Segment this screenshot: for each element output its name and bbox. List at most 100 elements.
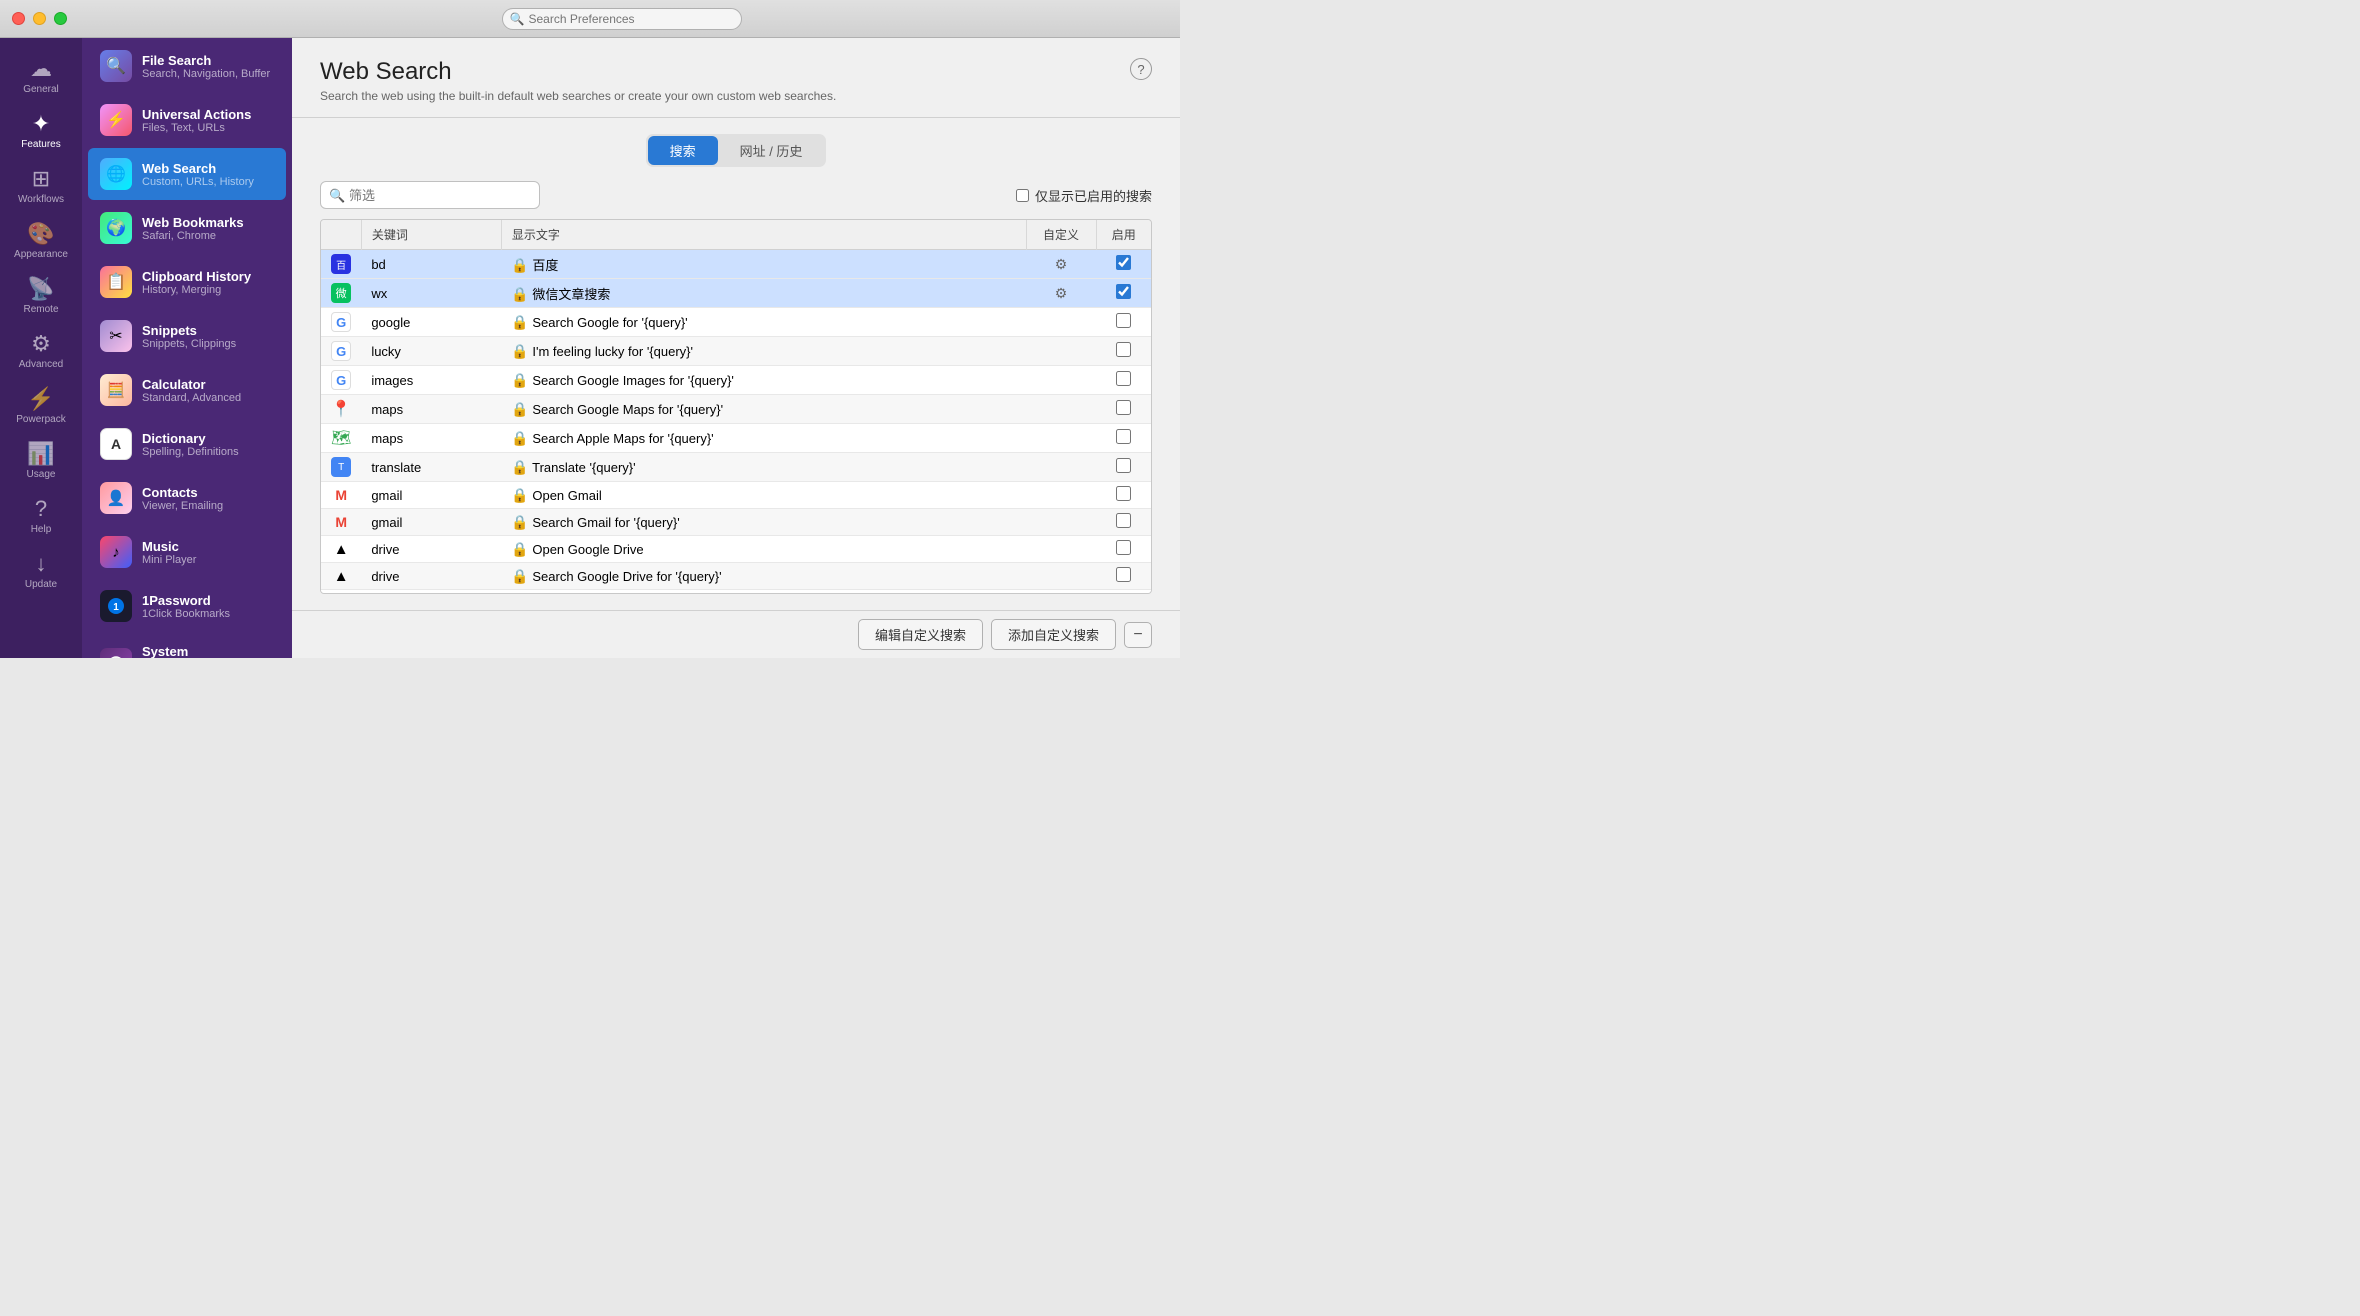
row-enable-cell[interactable] (1096, 308, 1151, 337)
table-row[interactable]: ▲ drive 🔒 Open Google Drive (321, 536, 1151, 563)
sidebar-item-help[interactable]: ? Help (0, 488, 82, 543)
feature-item-system[interactable]: System Commands, Quitting, Ejecting (88, 634, 286, 658)
sidebar-item-general[interactable]: ☁ General (0, 48, 82, 103)
enable-checkbox[interactable] (1116, 371, 1131, 386)
tab-url-history[interactable]: 网址 / 历史 (718, 136, 825, 165)
remove-search-button[interactable]: − (1124, 622, 1152, 648)
row-enable-cell[interactable] (1096, 482, 1151, 509)
feature-name-music: Music (142, 539, 196, 554)
feature-icon-contacts: 👤 (100, 482, 132, 514)
feature-item-universal-actions[interactable]: ⚡ Universal Actions Files, Text, URLs (88, 94, 286, 146)
sidebar-item-update[interactable]: ↓ Update (0, 543, 82, 598)
sidebar-item-remote[interactable]: 📡 Remote (0, 268, 82, 323)
feature-item-snippets[interactable]: ✂ Snippets Snippets, Clippings (88, 310, 286, 362)
help-button[interactable]: ? (1130, 58, 1152, 80)
search-preferences-input[interactable] (502, 8, 742, 30)
close-button[interactable] (12, 12, 25, 25)
table-row[interactable]: G images 🔒 Search Google Images for '{qu… (321, 366, 1151, 395)
table-row[interactable]: 微 wx 🔒 微信文章搜索 ⚙ (321, 279, 1151, 308)
row-enable-cell[interactable] (1096, 395, 1151, 424)
table-row[interactable]: 🗺 maps 🔒 Search Apple Maps for '{query}' (321, 424, 1151, 453)
row-icon-cell: G (321, 337, 361, 366)
row-display-cell: 🔒 Search Google for '{query}' (501, 308, 1026, 337)
sidebar-item-advanced[interactable]: ⚙ Advanced (0, 323, 82, 378)
appearance-icon: 🎨 (27, 223, 54, 245)
nav-label-general: General (23, 84, 59, 95)
feature-item-calculator[interactable]: 🧮 Calculator Standard, Advanced (88, 364, 286, 416)
th-keyword: 关键词 (361, 220, 501, 250)
enable-checkbox[interactable] (1116, 429, 1131, 444)
table-row[interactable]: 百 bd 🔒 百度 ⚙ (321, 250, 1151, 279)
enable-checkbox[interactable] (1116, 486, 1131, 501)
nav-label-help: Help (31, 524, 52, 535)
nav-label-appearance: Appearance (14, 249, 68, 260)
row-custom-cell (1026, 536, 1096, 563)
enable-checkbox[interactable] (1116, 284, 1131, 299)
sidebar-item-usage[interactable]: 📊 Usage (0, 433, 82, 488)
sidebar-item-features[interactable]: ✦ Features (0, 103, 82, 158)
nav-label-usage: Usage (27, 469, 56, 480)
enable-checkbox[interactable] (1116, 400, 1131, 415)
feature-item-contacts[interactable]: 👤 Contacts Viewer, Emailing (88, 472, 286, 524)
feature-item-music[interactable]: ♪ Music Mini Player (88, 526, 286, 578)
enable-checkbox[interactable] (1116, 458, 1131, 473)
sidebar-item-workflows[interactable]: ⊞ Workflows (0, 158, 82, 213)
filter-input[interactable] (320, 181, 540, 209)
feature-item-dictionary[interactable]: A Dictionary Spelling, Definitions (88, 418, 286, 470)
row-enable-cell[interactable] (1096, 250, 1151, 279)
gear-icon[interactable]: ⚙ (1055, 285, 1068, 301)
row-enable-cell[interactable] (1096, 424, 1151, 453)
sidebar-item-powerpack[interactable]: ⚡ Powerpack (0, 378, 82, 433)
row-enable-cell[interactable] (1096, 563, 1151, 590)
row-keyword-cell: maps (361, 424, 501, 453)
row-enable-cell[interactable] (1096, 590, 1151, 595)
row-enable-cell[interactable] (1096, 279, 1151, 308)
enable-checkbox[interactable] (1116, 255, 1131, 270)
feature-name-contacts: Contacts (142, 485, 223, 500)
table-row[interactable]: G lucky 🔒 I'm feeling lucky for '{query}… (321, 337, 1151, 366)
tab-search[interactable]: 搜索 (648, 136, 718, 165)
table-row[interactable]: T translate 🔒 Translate '{query}' (321, 453, 1151, 482)
gear-icon[interactable]: ⚙ (1055, 256, 1068, 272)
add-custom-search-button[interactable]: 添加自定义搜索 (991, 619, 1116, 650)
feature-item-1password[interactable]: 1 1Password 1Click Bookmarks (88, 580, 286, 632)
feature-sub-universal: Files, Text, URLs (142, 122, 251, 134)
enable-checkbox[interactable] (1116, 567, 1131, 582)
row-enable-cell[interactable] (1096, 453, 1151, 482)
feature-item-web-bookmarks[interactable]: 🌍 Web Bookmarks Safari, Chrome (88, 202, 286, 254)
only-enabled-checkbox[interactable] (1016, 189, 1029, 202)
row-keyword-cell: translate (361, 453, 501, 482)
titlebar-search-wrap: 🔍 (502, 8, 742, 30)
feature-icon-web-search: 🌐 (100, 158, 132, 190)
enable-checkbox[interactable] (1116, 342, 1131, 357)
table-row[interactable]: 📍 maps 🔒 Search Google Maps for '{query}… (321, 395, 1151, 424)
enable-checkbox[interactable] (1116, 513, 1131, 528)
enable-checkbox[interactable] (1116, 540, 1131, 555)
table-row[interactable]: G google 🔒 Search Google for '{query}' (321, 308, 1151, 337)
feature-item-clipboard[interactable]: 📋 Clipboard History History, Merging (88, 256, 286, 308)
row-enable-cell[interactable] (1096, 337, 1151, 366)
feature-item-file-search[interactable]: 🔍 File Search Search, Navigation, Buffer (88, 40, 286, 92)
table-row[interactable]: M gmail 🔒 Open Gmail (321, 482, 1151, 509)
sidebar-item-appearance[interactable]: 🎨 Appearance (0, 213, 82, 268)
page-subtitle: Search the web using the built-in defaul… (320, 89, 836, 103)
row-keyword-cell: wx (361, 279, 501, 308)
table-row[interactable]: 🐦 twitter 🔒 Open Twitter (321, 590, 1151, 595)
row-display-cell: 🔒 百度 (501, 250, 1026, 279)
th-custom: 自定义 (1026, 220, 1096, 250)
feature-item-web-search[interactable]: 🌐 Web Search Custom, URLs, History (88, 148, 286, 200)
row-enable-cell[interactable] (1096, 366, 1151, 395)
row-enable-cell[interactable] (1096, 509, 1151, 536)
edit-custom-search-button[interactable]: 编辑自定义搜索 (858, 619, 983, 650)
minimize-button[interactable] (33, 12, 46, 25)
only-enabled-label[interactable]: 仅显示已启用的搜索 (1016, 186, 1152, 205)
table-row[interactable]: M gmail 🔒 Search Gmail for '{query}' (321, 509, 1151, 536)
enable-checkbox[interactable] (1116, 313, 1131, 328)
row-custom-cell (1026, 590, 1096, 595)
sidebar-mid: 🔍 File Search Search, Navigation, Buffer… (82, 38, 292, 658)
workflows-icon: ⊞ (32, 168, 50, 190)
row-enable-cell[interactable] (1096, 536, 1151, 563)
maximize-button[interactable] (54, 12, 67, 25)
table-row[interactable]: ▲ drive 🔒 Search Google Drive for '{quer… (321, 563, 1151, 590)
content-body: 搜索 网址 / 历史 🔍 仅显示已启用的搜索 (292, 118, 1180, 610)
